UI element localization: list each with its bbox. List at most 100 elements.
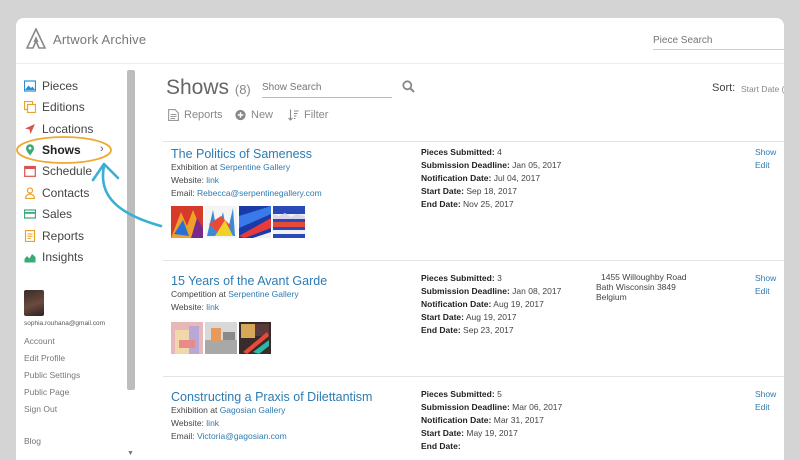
image-icon <box>24 80 36 92</box>
scroll-down-icon[interactable]: ▼ <box>127 450 134 457</box>
app-logo[interactable]: Artwork Archive <box>26 28 146 50</box>
map-pin-icon <box>26 144 34 156</box>
sidebar-item-reports[interactable]: Reports <box>24 226 84 246</box>
edit-link[interactable]: Edit <box>755 401 776 414</box>
app-window: Artwork Archive Pieces Editions Location… <box>16 18 784 460</box>
artwork-thumbnail[interactable] <box>239 322 271 354</box>
email-link[interactable]: Victoria@gagosian.com <box>197 431 287 441</box>
chevron-right-icon: › <box>100 143 104 155</box>
venue-link[interactable]: Gagosian Gallery <box>220 405 286 415</box>
pieces-submitted: 5 <box>497 389 502 399</box>
sidebar-item-insights[interactable]: Insights <box>24 247 83 267</box>
start-date: Sep 18, 2017 <box>466 186 517 196</box>
show-details: Pieces Submitted: 5 Submission Deadline:… <box>421 389 563 451</box>
sort-select[interactable]: Start Date ( <box>741 84 784 94</box>
sidebar-item-label: Pieces <box>42 79 79 93</box>
edit-link[interactable]: Edit <box>755 285 776 298</box>
sidebar-item-contacts[interactable]: Contacts <box>24 183 89 203</box>
main-content: Shows (8) Sort: Start Date ( Reports New… <box>138 64 784 460</box>
reports-button[interactable]: Reports <box>168 109 223 121</box>
show-search-input[interactable] <box>262 78 392 98</box>
venue-link[interactable]: Serpentine Gallery <box>228 289 298 299</box>
artwork-thumbnail[interactable] <box>205 206 237 238</box>
edit-link[interactable]: Edit <box>755 159 776 172</box>
start-date: May 19, 2017 <box>466 428 518 438</box>
shows-count: (8) <box>234 82 251 97</box>
blog-link[interactable]: Blog <box>24 436 41 446</box>
row-divider <box>163 260 784 261</box>
sidebar-item-label: Shows <box>42 143 81 157</box>
artwork-thumbnail[interactable] <box>205 322 237 354</box>
show-actions: Show Edit <box>755 388 776 414</box>
plus-circle-icon <box>235 109 246 121</box>
sort-filter-icon <box>288 109 299 121</box>
card-icon <box>24 209 36 219</box>
artwork-thumbnail[interactable] <box>171 206 203 238</box>
venue-link[interactable]: Serpentine Gallery <box>220 162 290 172</box>
editions-icon <box>24 101 36 113</box>
sign-out-link[interactable]: Sign Out <box>24 404 57 414</box>
report-icon <box>24 230 36 242</box>
sidebar-item-shows[interactable]: Shows <box>24 140 81 160</box>
account-link[interactable]: Account <box>24 336 55 346</box>
location-arrow-icon <box>25 124 35 134</box>
artwork-archive-logo-icon <box>26 28 46 49</box>
email-link[interactable]: Rebecca@serpentinegallery.com <box>197 188 322 198</box>
sidebar-item-label: Sales <box>42 207 73 221</box>
show-details: Pieces Submitted: 4 Submission Deadline:… <box>421 147 562 209</box>
public-settings-link[interactable]: Public Settings <box>24 370 80 380</box>
sidebar-scrollbar[interactable] <box>127 70 135 390</box>
sidebar-item-label: Schedule <box>42 164 93 178</box>
sidebar-item-editions[interactable]: Editions <box>24 97 85 117</box>
website-link[interactable]: link <box>206 418 219 428</box>
avatar[interactable] <box>24 290 44 316</box>
end-date: Nov 25, 2017 <box>463 199 514 209</box>
show-actions: Show Edit <box>755 146 776 172</box>
artwork-thumbnail[interactable] <box>239 206 271 238</box>
public-page-link[interactable]: Public Page <box>24 387 69 397</box>
row-divider <box>163 141 784 142</box>
end-date: Sep 23, 2017 <box>463 325 514 335</box>
user-email: sophia.rouhana@gmail.com <box>24 320 106 327</box>
document-icon <box>168 109 179 121</box>
calendar-icon <box>24 165 36 177</box>
sidebar-item-pieces[interactable]: Pieces <box>24 76 78 96</box>
artwork-thumbnail[interactable] <box>273 206 305 238</box>
piece-search-input[interactable] <box>653 32 784 50</box>
search-icon[interactable] <box>402 80 415 93</box>
artwork-thumbnail[interactable] <box>171 322 203 354</box>
show-actions: Show Edit <box>755 272 776 298</box>
venue-address: 1455 Willoughby Road Bath Wisconsin 3849… <box>596 272 687 302</box>
app-title: Artwork Archive <box>53 31 147 47</box>
filter-button[interactable]: Filter <box>288 109 328 121</box>
page-title: Shows (8) <box>166 76 251 99</box>
submission-deadline: Jan 05, 2017 <box>512 160 562 170</box>
submission-deadline: Jan 08, 2017 <box>512 286 562 296</box>
start-date: Aug 19, 2017 <box>465 312 517 322</box>
sort-label: Sort: <box>712 82 736 94</box>
sidebar-item-locations[interactable]: Locations <box>24 119 93 139</box>
top-bar: Artwork Archive <box>16 18 784 64</box>
sidebar: Pieces Editions Locations Shows › Schedu… <box>16 64 136 460</box>
insights-chart-icon <box>24 254 36 263</box>
show-details: Pieces Submitted: 3 Submission Deadline:… <box>421 273 562 335</box>
show-link[interactable]: Show <box>755 146 776 159</box>
notification-date: Mar 31, 2017 <box>493 415 544 425</box>
sidebar-item-label: Locations <box>42 122 94 136</box>
sidebar-item-sales[interactable]: Sales <box>24 204 72 224</box>
edit-profile-link[interactable]: Edit Profile <box>24 353 65 363</box>
row-divider <box>163 376 784 377</box>
sidebar-item-label: Reports <box>42 229 85 243</box>
new-show-button[interactable]: New <box>235 109 273 121</box>
website-link[interactable]: link <box>206 302 219 312</box>
sidebar-item-label: Editions <box>42 100 85 114</box>
pieces-submitted: 4 <box>497 147 502 157</box>
sidebar-item-schedule[interactable]: Schedule <box>24 161 92 181</box>
pieces-submitted: 3 <box>497 273 502 283</box>
show-link[interactable]: Show <box>755 388 776 401</box>
submission-deadline: Mar 06, 2017 <box>512 402 563 412</box>
website-link[interactable]: link <box>206 175 219 185</box>
show-link[interactable]: Show <box>755 272 776 285</box>
notification-date: Jul 04, 2017 <box>493 173 541 183</box>
person-icon <box>24 187 36 199</box>
